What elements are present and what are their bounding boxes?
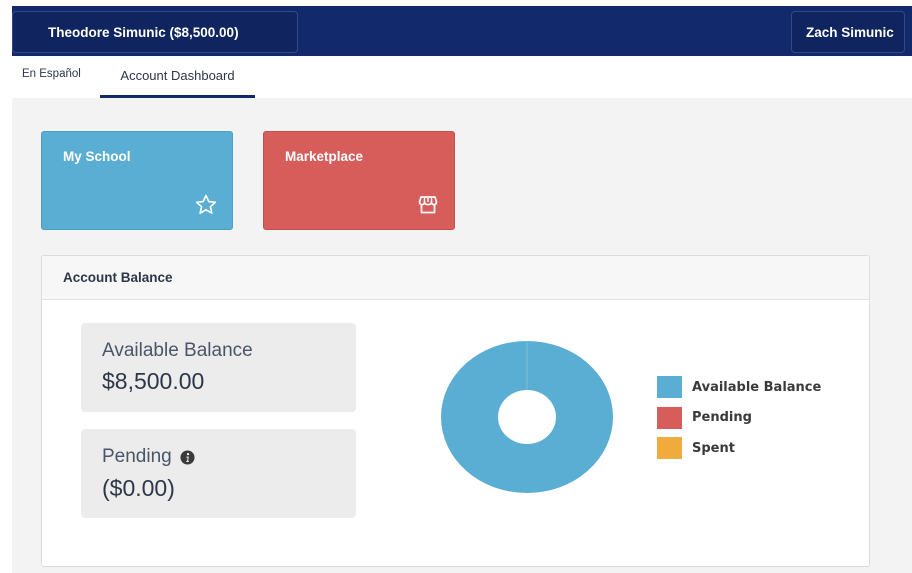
pending-box: Pending ($0.00) [81,429,356,518]
storefront-icon [418,196,438,214]
my-school-tile[interactable]: My School [41,131,233,230]
legend-label: Available Balance [692,379,822,395]
tab-account-dashboard[interactable]: Account Dashboard [100,56,255,98]
marketplace-label: Marketplace [285,149,364,164]
user-menu-button[interactable]: Zach Simunic [791,11,905,53]
legend-item[interactable]: Available Balance [657,372,821,403]
legend-item[interactable]: Pending [657,403,821,434]
chart-legend: Available Balance Pending Spent [657,372,821,464]
account-balance-card: Account Balance Available Balance $8,500… [41,255,870,567]
account-balance-title: Account Balance [63,270,173,285]
star-icon [195,194,217,214]
tab-account-dashboard-label: Account Dashboard [120,68,235,83]
legend-label: Pending [692,410,752,426]
marketplace-tile[interactable]: Marketplace [263,131,455,230]
left-edge [0,0,12,573]
info-icon[interactable] [180,449,195,465]
legend-swatch [657,376,682,399]
pending-value: ($0.00) [102,475,175,501]
user-name-label: Zach Simunic [806,24,894,40]
account-selector-label: Theodore Simunic ($8,500.00) [48,24,239,40]
pending-label-row: Pending [102,446,195,468]
tab-en-espanol[interactable]: En Español [22,68,81,80]
top-navbar: Theodore Simunic ($8,500.00) Zach Simuni… [12,6,912,56]
account-selector-button[interactable]: Theodore Simunic ($8,500.00) [12,11,298,53]
account-balance-header: Account Balance [42,256,869,300]
tab-bar: En Español Account Dashboard [12,56,912,98]
balance-donut-chart [441,341,613,493]
available-balance-box: Available Balance $8,500.00 [81,323,356,412]
legend-item[interactable]: Spent [657,433,821,464]
pending-label: Pending [102,446,172,467]
legend-swatch [657,406,682,429]
available-balance-label: Available Balance [102,340,253,361]
my-school-label: My School [63,149,131,164]
available-balance-value: $8,500.00 [102,368,205,394]
legend-label: Spent [692,440,735,456]
dashboard-content: My School Marketplace Account Balance Av… [12,98,912,573]
legend-swatch [657,437,682,460]
